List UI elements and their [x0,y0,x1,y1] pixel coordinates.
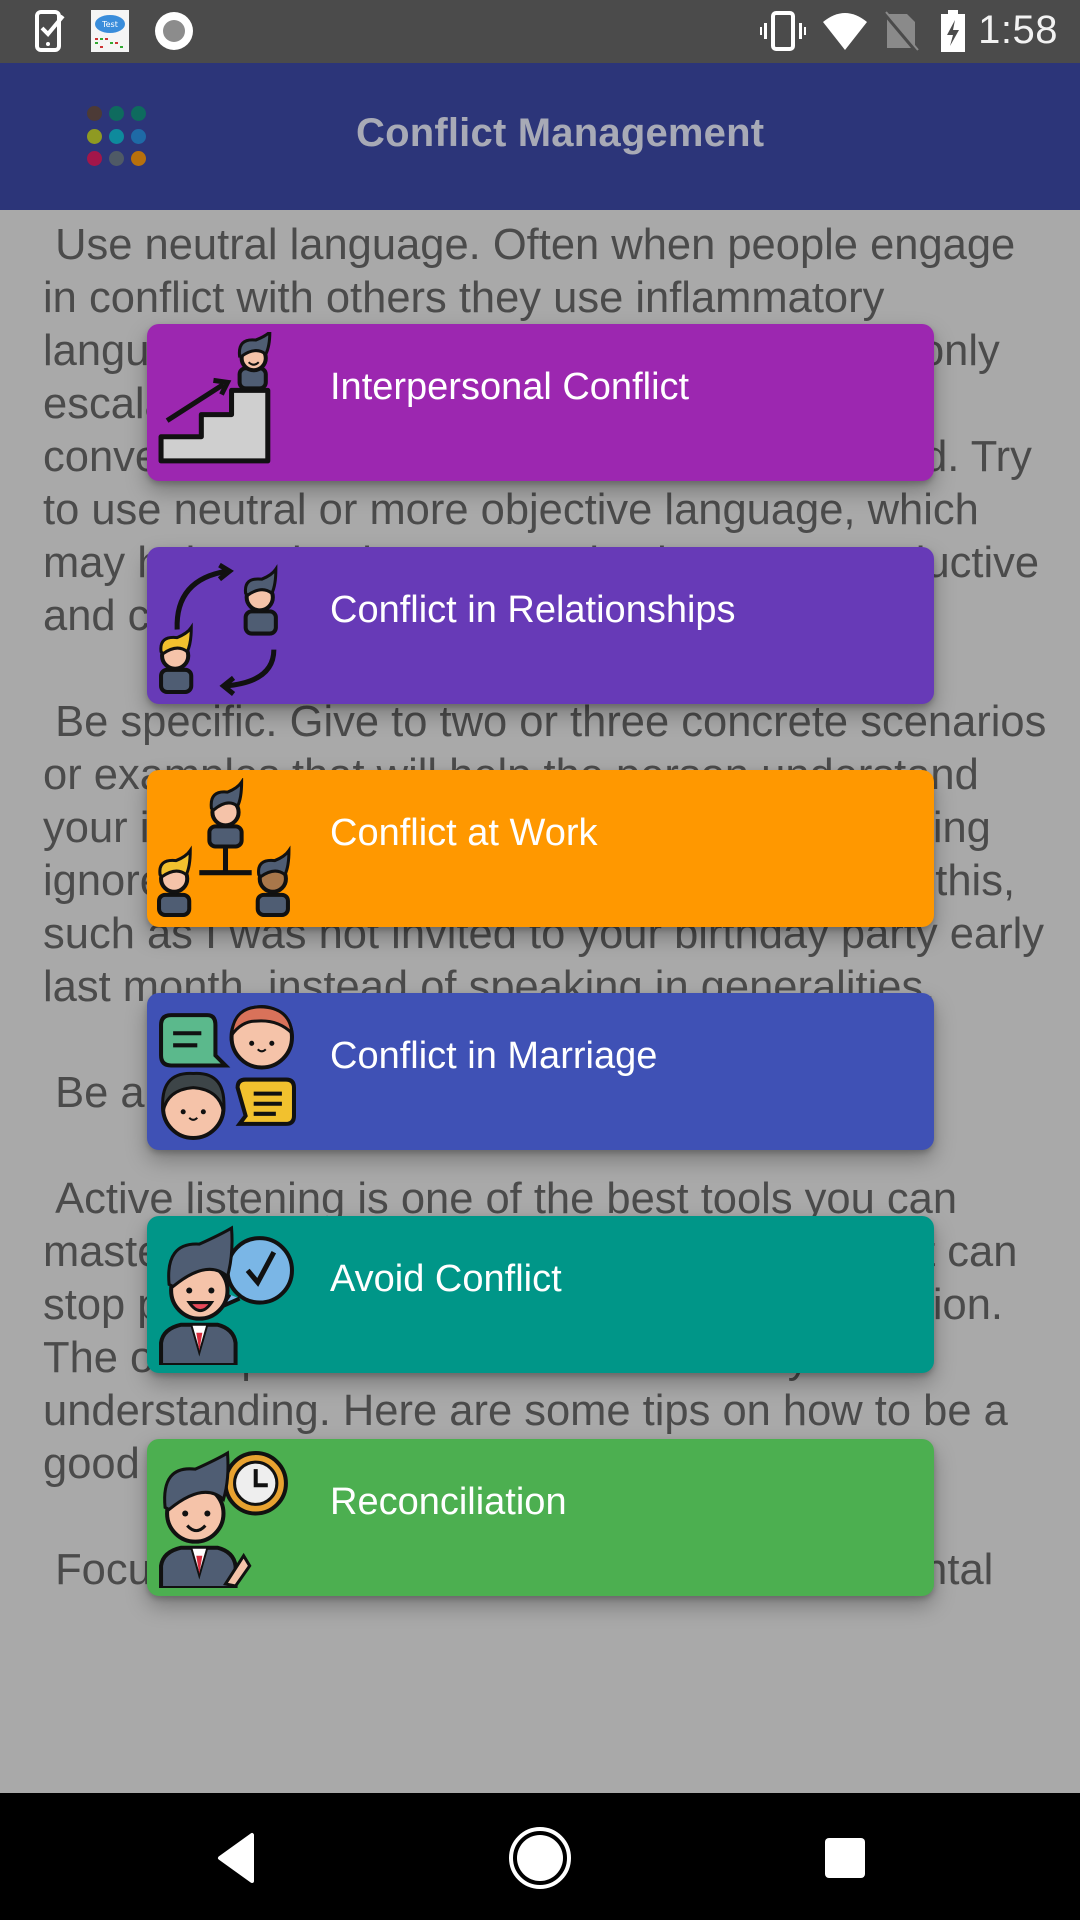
system-nav-bar [0,1793,1080,1920]
no-sim-icon [883,11,919,52]
logo-dot [87,151,102,166]
relationship-cycle-icon [159,562,278,696]
test-app-cloud-icon: Test [91,10,129,52]
logo-dot [109,106,124,121]
menu-card-conflict-in-relationships[interactable]: Conflict in Relationships [147,547,934,704]
couple-chat-icon [159,1005,296,1140]
wifi-icon [823,13,867,50]
menu-card-label: Interpersonal Conflict [330,366,690,408]
menu-card-reconciliation[interactable]: Reconciliation [147,1439,934,1596]
app-bar: Conflict Management [0,63,1080,210]
back-icon[interactable] [200,1823,270,1893]
logo-dot [109,128,124,144]
approved-speech-icon [159,1225,294,1365]
menu-card-label: Avoid Conflict [330,1258,562,1300]
logo-dot [131,106,146,121]
task-checklist-icon [35,10,65,52]
menu-card-label: Conflict in Relationships [330,589,736,631]
menu-card-label: Conflict at Work [330,812,598,854]
vibrate-icon [760,11,806,51]
recents-icon[interactable] [810,1823,880,1893]
status-bar: Test 1:58 [0,0,1080,63]
team-hierarchy-icon [157,778,291,917]
page-title: Conflict Management [356,111,765,155]
logo-dot [131,128,146,144]
menu-card-label: Reconciliation [330,1481,567,1523]
stairs-climb-icon [158,332,272,464]
clock-businessman-icon [159,1450,288,1588]
clock: 1:58 [978,8,1058,52]
battery-charging-icon [941,10,965,52]
logo-dot [87,128,102,144]
menu-card-label: Conflict in Marriage [330,1035,658,1077]
logo-dot [109,151,124,166]
menu-card-interpersonal-conflict[interactable]: Interpersonal Conflict [147,324,934,481]
record-circle-icon [155,12,193,50]
menu-card-conflict-at-work[interactable]: Conflict at Work [147,770,934,927]
logo-dot [87,106,102,121]
menu-card-conflict-in-marriage[interactable]: Conflict in Marriage [147,993,934,1150]
home-icon[interactable] [505,1823,575,1893]
svg-text:Test: Test [101,20,118,29]
app-logo-icon[interactable] [80,103,150,173]
logo-dot [131,151,146,166]
menu-card-avoid-conflict[interactable]: Avoid Conflict [147,1216,934,1373]
